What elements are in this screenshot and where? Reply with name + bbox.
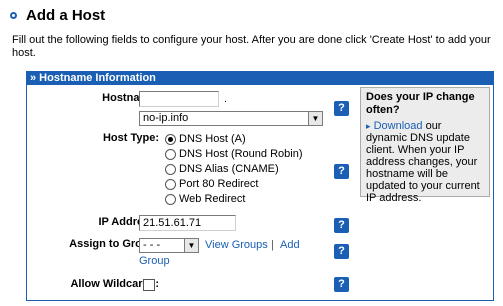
- host-type-option-label: DNS Alias (CNAME): [179, 163, 279, 175]
- host-type-option[interactable]: Web Redirect: [165, 192, 245, 206]
- bullet-icon: [10, 11, 17, 19]
- host-type-option-label: Port 80 Redirect: [179, 178, 259, 190]
- link-separator: |: [271, 239, 274, 251]
- download-link[interactable]: Download: [374, 120, 423, 132]
- chevron-down-icon: ▼: [308, 112, 322, 125]
- arrow-right-icon: ▸: [366, 121, 371, 131]
- ip-change-sidebar: Does your IP change often? ▸ Download ou…: [360, 87, 490, 204]
- hostname-dot: .: [224, 93, 228, 105]
- host-type-option[interactable]: Port 80 Redirect: [165, 177, 258, 191]
- sidebar-text-block: ▸ Download our dynamic DNS update client…: [366, 120, 484, 204]
- ip-address-input[interactable]: 21.51.61.71: [139, 215, 236, 231]
- hostname-information-panel: » Hostname Information Hostname: . no-ip…: [26, 71, 494, 301]
- chevron-down-icon: ▼: [184, 239, 198, 252]
- group-help-icon[interactable]: ?: [334, 244, 349, 259]
- hostname-help-icon[interactable]: ?: [334, 101, 349, 116]
- add-group-link-part2[interactable]: Group: [139, 255, 170, 267]
- panel-header: » Hostname Information: [27, 72, 493, 85]
- group-select[interactable]: - - - ▼: [139, 238, 199, 253]
- group-select-value: - - -: [143, 239, 161, 251]
- radio-button[interactable]: [165, 178, 176, 190]
- wildcards-help-icon[interactable]: ?: [334, 277, 349, 292]
- host-type-option[interactable]: DNS Host (Round Robin): [165, 147, 303, 161]
- host-type-option[interactable]: DNS Host (A): [165, 132, 246, 146]
- host-type-label: Host Type:: [102, 132, 159, 144]
- host-type-option[interactable]: DNS Alias (CNAME): [165, 162, 279, 176]
- host-form: Hostname: . no-ip.info ▼ ? Host Type: DN…: [27, 85, 357, 301]
- intro-text: Fill out the following fields to configu…: [12, 34, 491, 59]
- sidebar-text: our dynamic DNS update client. When your…: [366, 120, 480, 204]
- page-title-row: Add a Host: [10, 5, 105, 25]
- view-groups-link[interactable]: View Groups: [205, 239, 268, 251]
- host-type-option-label: Web Redirect: [179, 193, 246, 205]
- host-type-option-label: DNS Host (A): [179, 133, 246, 145]
- page-title: Add a Host: [26, 6, 106, 24]
- host-type-help-icon[interactable]: ?: [334, 164, 349, 179]
- sidebar-title: Does your IP change often?: [366, 91, 475, 116]
- radio-button[interactable]: [165, 163, 176, 175]
- allow-wildcards-checkbox[interactable]: [143, 279, 155, 291]
- host-type-option-label: DNS Host (Round Robin): [179, 148, 303, 160]
- radio-button[interactable]: [165, 133, 176, 145]
- hostname-input[interactable]: [139, 91, 219, 107]
- add-group-link-part1[interactable]: Add: [280, 239, 300, 251]
- domain-select-value: no-ip.info: [143, 112, 189, 124]
- ip-address-help-icon[interactable]: ?: [334, 218, 349, 233]
- domain-select[interactable]: no-ip.info ▼: [139, 111, 323, 126]
- radio-button[interactable]: [165, 148, 176, 160]
- radio-button[interactable]: [165, 193, 176, 205]
